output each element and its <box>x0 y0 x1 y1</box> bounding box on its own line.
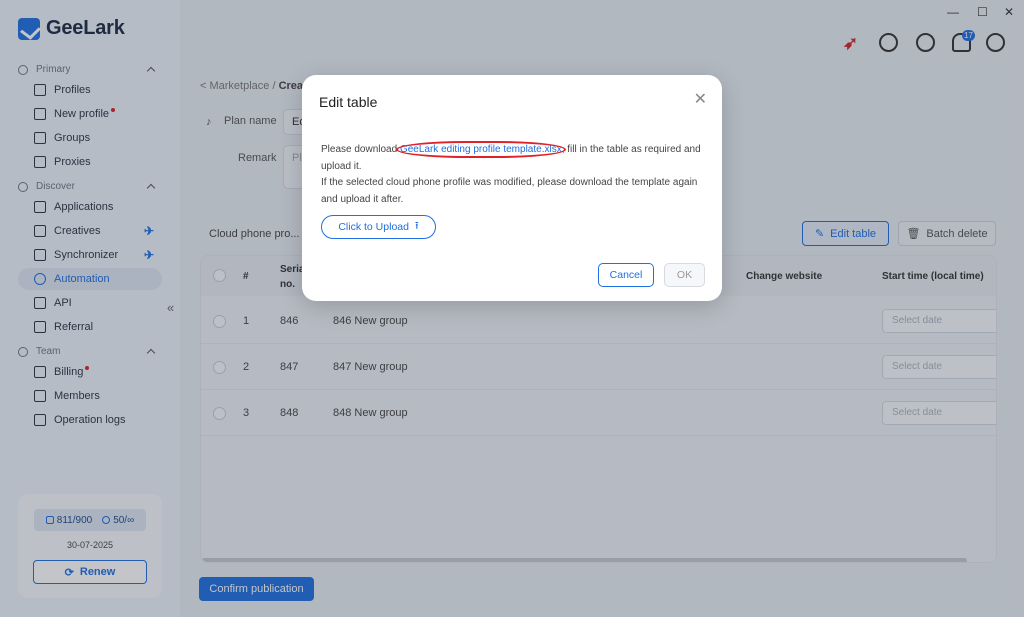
edit-table-dialog: Edit table ✕ Please download GeeLark edi… <box>302 75 722 301</box>
upload-icon: ⭱ <box>414 220 419 232</box>
close-icon[interactable]: ✕ <box>694 89 707 109</box>
cancel-button[interactable]: Cancel <box>598 263 654 287</box>
ok-button[interactable]: OK <box>664 263 705 287</box>
template-download-link[interactable]: GeeLark editing profile template.xlsx <box>395 141 566 158</box>
dialog-title: Edit table <box>319 94 378 110</box>
click-to-upload-button[interactable]: Click to Upload ⭱ <box>321 215 436 239</box>
dialog-body: Please download GeeLark editing profile … <box>321 141 711 208</box>
